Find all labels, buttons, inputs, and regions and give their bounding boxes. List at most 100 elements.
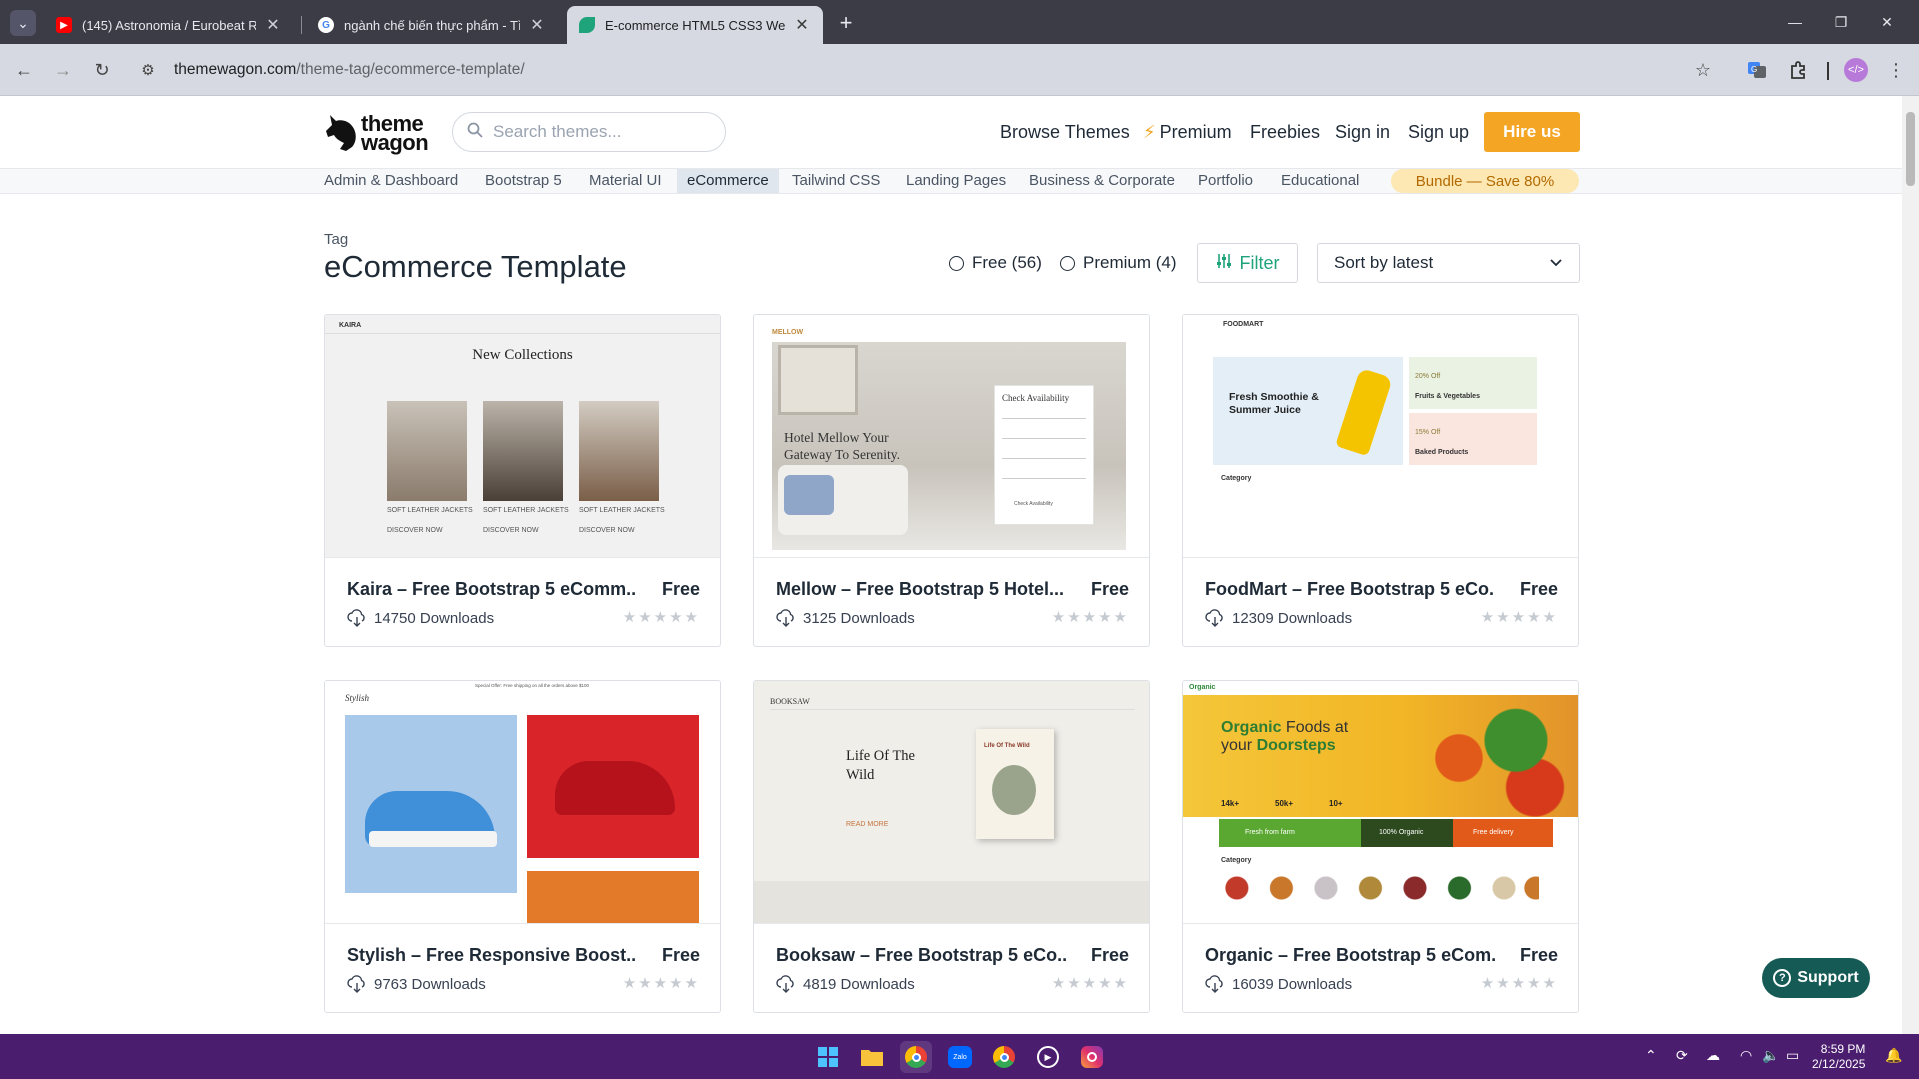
thumb-headline: Hotel Mellow Your Gateway To Serenity.	[784, 430, 901, 462]
category-material-ui[interactable]: Material UI	[579, 169, 672, 193]
instagram-icon[interactable]	[1076, 1041, 1108, 1073]
template-card-mellow[interactable]: MELLOW Hotel Mellow Your Gateway To Sere…	[753, 314, 1150, 647]
media-player-icon[interactable]: ▶	[1032, 1041, 1064, 1073]
windows-taskbar: Zalo ▶ ⌃ ⟳ ☁ ◠ 🔈 ▭ 8:59 PM 2/12/2025 🔔	[0, 1034, 1919, 1079]
minimize-icon[interactable]: —	[1772, 8, 1818, 36]
chrome-taskbar-icon[interactable]	[900, 1041, 932, 1073]
volume-icon[interactable]: 🔈	[1762, 1047, 1779, 1064]
notification-bell-icon[interactable]: 🔔	[1885, 1047, 1902, 1064]
template-name[interactable]: Mellow – Free Bootstrap 5 Hotel...	[776, 579, 1066, 600]
tab-search-chevron-icon[interactable]: ⌄	[10, 10, 36, 36]
zalo-icon[interactable]: Zalo	[944, 1041, 976, 1073]
extensions-puzzle-icon[interactable]	[1784, 56, 1812, 84]
template-name[interactable]: Kaira – Free Bootstrap 5 eComm...	[347, 579, 637, 600]
template-thumbnail[interactable]: FOODMART Fresh Smoothie & Summer Juice 2…	[1183, 315, 1578, 558]
tab-title: ngành chế biến thực phẩm - Tìm t	[344, 17, 520, 33]
sort-select[interactable]: Sort by latest	[1317, 243, 1580, 283]
page-scrollbar[interactable]	[1902, 96, 1919, 1034]
template-card-kaira[interactable]: KAIRA New Collections SOFT LEATHER JACKE…	[324, 314, 721, 647]
tab-google-search[interactable]: G ngành chế biến thực phẩm - Tìm t ✕	[306, 6, 558, 44]
template-price: Free	[1090, 945, 1129, 965]
category-business-corporate[interactable]: Business & Corporate	[1019, 169, 1185, 193]
browser-menu-kebab-icon[interactable]: ⋮	[1882, 56, 1910, 84]
themewagon-logo[interactable]: theme wagon	[324, 111, 429, 155]
battery-icon[interactable]: ▭	[1786, 1047, 1799, 1064]
reload-icon[interactable]: ↻	[88, 56, 116, 84]
system-clock[interactable]: 8:59 PM 2/12/2025	[1812, 1042, 1865, 1072]
url-text[interactable]: themewagon.com/theme-tag/ecommerce-templ…	[174, 61, 525, 79]
filter-free-radio[interactable]: Free (56)	[949, 253, 1042, 273]
filter-button[interactable]: Filter	[1197, 243, 1298, 283]
theme-search-box[interactable]	[452, 112, 726, 152]
category-portfolio[interactable]: Portfolio	[1188, 169, 1263, 193]
nav-sign-up[interactable]: Sign up	[1408, 122, 1469, 143]
template-thumbnail[interactable]: KAIRA New Collections SOFT LEATHER JACKE…	[325, 315, 720, 558]
filter-premium-radio[interactable]: Premium (4)	[1060, 253, 1177, 273]
category-bootstrap-5[interactable]: Bootstrap 5	[475, 169, 572, 193]
restore-icon[interactable]: ❐	[1818, 8, 1864, 36]
download-count: 9763 Downloads	[347, 974, 486, 994]
close-icon[interactable]: ✕	[528, 15, 546, 35]
template-name[interactable]: FoodMart – Free Bootstrap 5 eCo...	[1205, 579, 1495, 600]
template-thumbnail[interactable]: BOOKSAW Life Of The Wild READ MORE Life …	[754, 681, 1149, 924]
tab-youtube[interactable]: ▶ (145) Astronomia / Eurobeat Remix ✕	[44, 6, 294, 44]
new-tab-plus-icon[interactable]: +	[833, 10, 859, 36]
tray-chevron-up-icon[interactable]: ⌃	[1645, 1047, 1657, 1064]
hire-us-button[interactable]: Hire us	[1484, 112, 1580, 152]
translate-icon[interactable]: G	[1743, 56, 1771, 84]
wifi-icon[interactable]: ◠	[1740, 1047, 1752, 1064]
tray-sync-icon[interactable]: ⟳	[1676, 1047, 1688, 1064]
google-icon: G	[318, 17, 334, 33]
browser-tab-strip: ⌄ ▶ (145) Astronomia / Eurobeat Remix ✕ …	[0, 0, 1919, 44]
nav-sign-in[interactable]: Sign in	[1335, 122, 1390, 143]
forward-arrow-icon[interactable]: →	[49, 56, 77, 84]
nav-freebies[interactable]: Freebies	[1250, 122, 1320, 143]
tab-title: E-commerce HTML5 CSS3 Website	[605, 17, 785, 33]
address-bar[interactable]: ⚙ themewagon.com/theme-tag/ecommerce-tem…	[134, 53, 1704, 87]
template-card-booksaw[interactable]: BOOKSAW Life Of The Wild READ MORE Life …	[753, 680, 1150, 1013]
nav-browse-themes[interactable]: Browse Themes	[1000, 122, 1130, 143]
thumb-headline: Organic Foods at your Doorsteps	[1221, 719, 1349, 754]
site-info-icon[interactable]: ⚙	[134, 56, 162, 84]
search-input[interactable]	[493, 122, 703, 142]
template-card-organic[interactable]: Organic Organic Foods at your Doorsteps …	[1182, 680, 1579, 1013]
nav-premium[interactable]: ⚡ Premium	[1143, 122, 1232, 143]
category-landing-pages[interactable]: Landing Pages	[896, 169, 1016, 193]
category-admin-dashboard[interactable]: Admin & Dashboard	[314, 169, 468, 193]
template-price: Free	[1519, 945, 1558, 965]
template-thumbnail[interactable]: MELLOW Hotel Mellow Your Gateway To Sere…	[754, 315, 1149, 558]
bookmark-star-icon[interactable]: ☆	[1689, 56, 1717, 84]
download-count: 16039 Downloads	[1205, 974, 1352, 994]
profile-avatar-icon[interactable]: </>	[1842, 56, 1870, 84]
template-card-stylish[interactable]: Special Offer: Free shipping on all the …	[324, 680, 721, 1013]
template-name[interactable]: Stylish – Free Responsive Boost...	[347, 945, 637, 966]
help-question-icon: ?	[1773, 969, 1792, 987]
page-title: eCommerce Template	[324, 249, 627, 284]
category-tailwind-css[interactable]: Tailwind CSS	[782, 169, 890, 193]
scrollbar-thumb[interactable]	[1906, 112, 1915, 186]
category-subnav: Admin & Dashboard Bootstrap 5 Material U…	[0, 168, 1902, 194]
back-arrow-icon[interactable]: ←	[10, 56, 38, 84]
download-count: 3125 Downloads	[776, 608, 915, 628]
tab-themewagon[interactable]: E-commerce HTML5 CSS3 Website ✕	[567, 6, 823, 44]
category-ecommerce[interactable]: eCommerce	[677, 169, 779, 193]
template-name[interactable]: Booksaw – Free Bootstrap 5 eCo...	[776, 945, 1066, 966]
windows-start-icon[interactable]	[812, 1041, 844, 1073]
template-card-foodmart[interactable]: FOODMART Fresh Smoothie & Summer Juice 2…	[1182, 314, 1579, 647]
close-window-icon[interactable]: ✕	[1864, 8, 1910, 36]
template-thumbnail[interactable]: Organic Organic Foods at your Doorsteps …	[1183, 681, 1578, 924]
chrome-profile-taskbar-icon[interactable]	[988, 1041, 1020, 1073]
bundle-offer-badge[interactable]: Bundle — Save 80%	[1391, 169, 1579, 193]
close-icon[interactable]: ✕	[264, 15, 282, 35]
template-price: Free	[661, 579, 700, 599]
category-educational[interactable]: Educational	[1271, 169, 1369, 193]
file-explorer-icon[interactable]	[856, 1041, 888, 1073]
template-thumbnail[interactable]: Special Offer: Free shipping on all the …	[325, 681, 720, 924]
rating-stars: ★★★★★	[1480, 609, 1558, 626]
close-icon[interactable]: ✕	[793, 15, 811, 35]
support-chat-button[interactable]: ? Support	[1762, 958, 1870, 998]
logo-wordmark: theme wagon	[361, 111, 429, 155]
template-name[interactable]: Organic – Free Bootstrap 5 eCom...	[1205, 945, 1495, 966]
tag-label: Tag	[324, 231, 349, 248]
tray-onedrive-icon[interactable]: ☁	[1706, 1047, 1720, 1064]
